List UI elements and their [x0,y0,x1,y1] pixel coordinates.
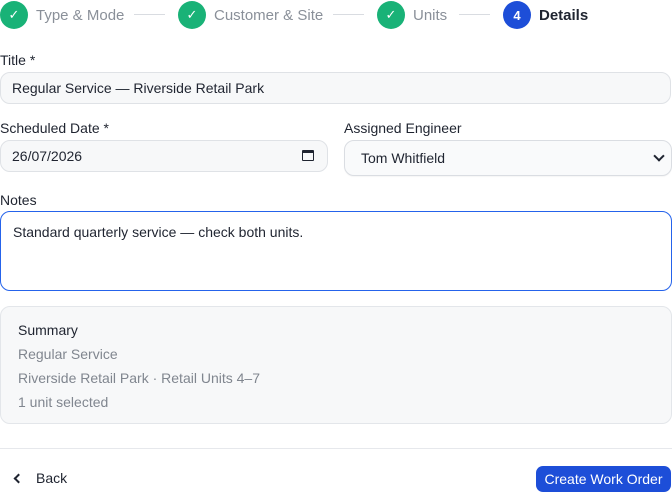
notes-value: Standard quarterly service — check both … [13,224,304,240]
step-customer-site[interactable]: ✓ Customer & Site [178,1,323,29]
check-icon: ✓ [178,1,206,29]
summary-site: Riverside Retail Park · Retail Units 4–7 [18,370,260,386]
step-details[interactable]: 4 Details [503,1,588,29]
summary-units: 1 unit selected [18,394,109,410]
stepper: ✓ Type & Mode ✓ Customer & Site ✓ Units … [0,0,672,30]
scheduled-date-value: 26/07/2026 [12,148,83,164]
scheduled-date-label: Scheduled Date * [0,120,109,136]
assigned-engineer-select[interactable]: Tom Whitfield [344,140,672,176]
chevron-down-icon [653,150,665,162]
title-value: Regular Service — Riverside Retail Park [12,80,265,96]
step-connector [134,14,165,15]
step-connector [333,14,364,15]
step-label: Details [539,6,589,24]
title-input[interactable]: Regular Service — Riverside Retail Park [0,72,671,104]
assigned-engineer-value: Tom Whitfield [361,150,446,166]
summary-mode: Regular Service [18,346,118,362]
step-connector [459,14,490,15]
title-label: Title * [0,52,36,68]
notes-label: Notes [0,192,37,208]
step-type-mode[interactable]: ✓ Type & Mode [0,1,124,29]
step-label: Units [413,6,448,24]
step-label: Customer & Site [214,6,324,24]
footer-divider [0,448,672,449]
create-work-order-button[interactable]: Create Work Order [536,466,671,492]
step-units[interactable]: ✓ Units [377,1,447,29]
assigned-engineer-label: Assigned Engineer [344,120,462,136]
scheduled-date-input[interactable]: 26/07/2026 [0,140,328,172]
back-button[interactable]: Back [12,466,67,490]
step-label: Type & Mode [36,6,125,24]
check-icon: ✓ [0,1,28,29]
step-number: 4 [503,1,531,29]
back-label: Back [36,470,68,486]
check-icon: ✓ [377,1,405,29]
summary-panel: Summary Regular Service Riverside Retail… [0,306,672,424]
notes-textarea[interactable]: Standard quarterly service — check both … [0,211,672,291]
summary-title: Summary [18,322,78,338]
calendar-icon[interactable] [302,150,314,161]
chevron-left-icon [13,473,24,483]
